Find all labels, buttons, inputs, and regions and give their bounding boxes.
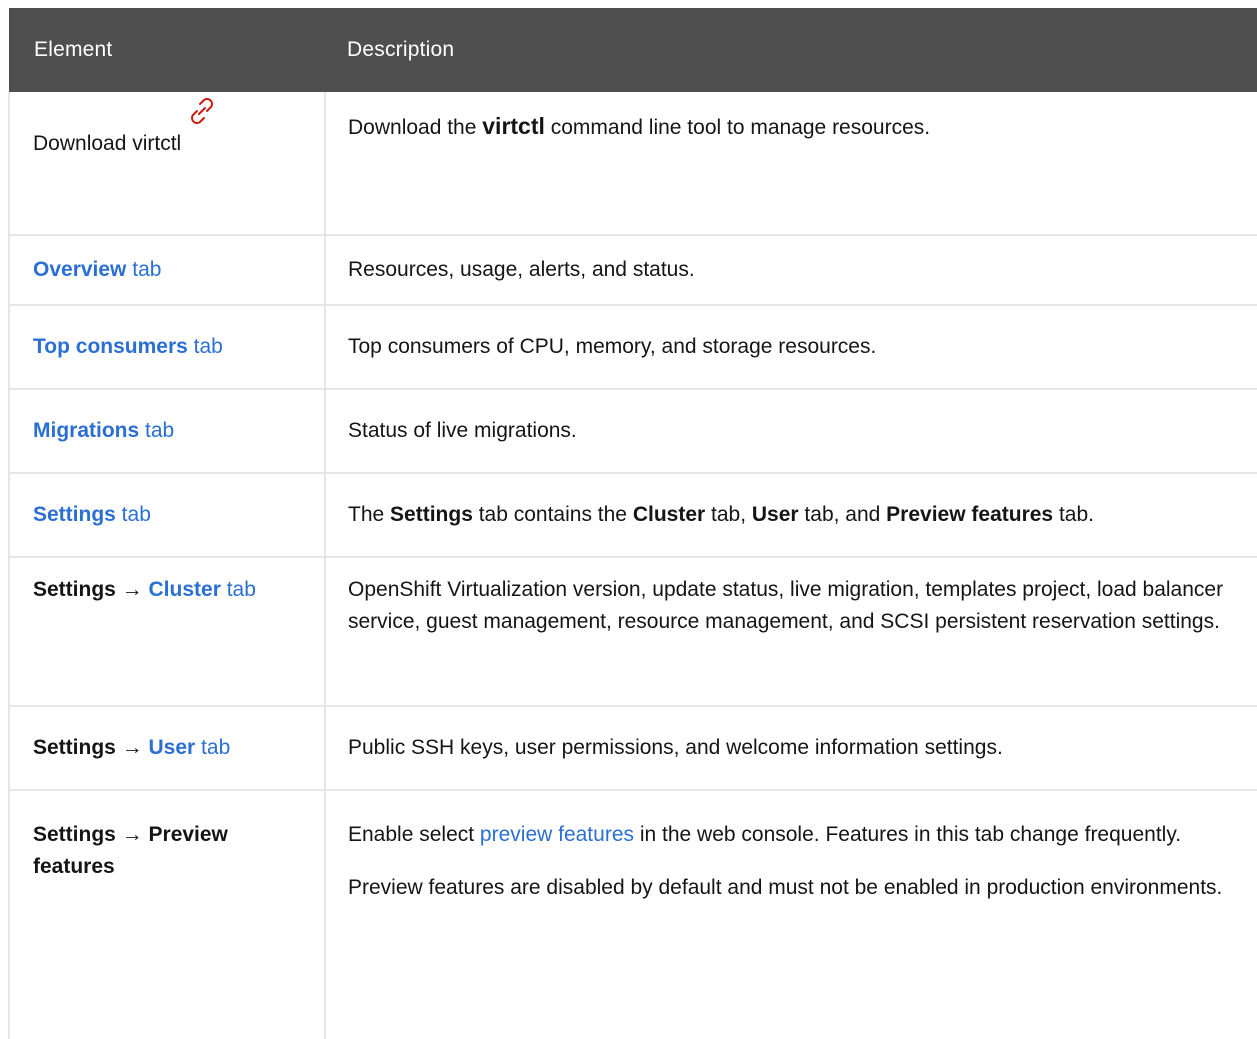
description-cell: Public SSH keys, user permissions, and w… [325, 706, 1257, 791]
description-cell: Status of live migrations. [325, 389, 1257, 474]
preview-features-label: Settings → Preview features [33, 823, 228, 878]
virtctl-command: virtctl [482, 113, 545, 139]
table-row: Settings tab The Settings tab contains t… [8, 473, 1257, 558]
top-consumers-link[interactable]: Top consumers [33, 335, 188, 358]
preview-paragraph-1: Enable select preview features in the we… [348, 823, 1182, 846]
description-cell: OpenShift Virtualization version, update… [325, 557, 1257, 707]
cluster-link[interactable]: Cluster [149, 578, 221, 601]
download-virtctl-label: Download virtctl [33, 132, 182, 155]
element-cell: Settings → Preview features [8, 790, 326, 1039]
element-cell: Top consumers tab [8, 305, 326, 390]
console-elements-table: Element Description Download virtctl Dow… [8, 8, 1257, 1039]
table-row: Settings → Cluster tab OpenShift Virtual… [8, 557, 1257, 707]
element-cell: Settings → Cluster tab [8, 557, 326, 707]
description-cell: Download the virtctl command line tool t… [325, 92, 1257, 236]
description-cell: Enable select preview features in the we… [325, 790, 1257, 1039]
element-cell: Settings tab [8, 473, 326, 558]
header-description: Description [325, 8, 1257, 92]
preview-features-link[interactable]: preview features [480, 823, 634, 846]
element-cell: Overview tab [8, 235, 326, 306]
settings-link[interactable]: Settings [33, 503, 116, 526]
table-row: Download virtctl Download the virtctl co… [8, 92, 1257, 236]
table-header-row: Element Description [9, 8, 1257, 92]
preview-paragraph-2: Preview features are disabled by default… [348, 876, 1223, 899]
element-cell: Migrations tab [8, 389, 326, 474]
external-link-icon[interactable] [185, 94, 219, 138]
element-cell: Download virtctl [8, 92, 326, 236]
overview-link[interactable]: Overview [33, 258, 126, 281]
description-cell: Top consumers of CPU, memory, and storag… [325, 305, 1257, 390]
header-element: Element [9, 8, 325, 92]
table-row: Overview tab Resources, usage, alerts, a… [8, 235, 1257, 306]
table-row: Top consumers tab Top consumers of CPU, … [8, 305, 1257, 390]
migrations-link[interactable]: Migrations [33, 419, 139, 442]
table-row: Settings → User tab Public SSH keys, use… [8, 706, 1257, 791]
element-cell: Settings → User tab [8, 706, 326, 791]
description-cell: Resources, usage, alerts, and status. [325, 235, 1257, 306]
table-row: Settings → Preview features Enable selec… [8, 790, 1257, 1039]
table-row: Migrations tab Status of live migrations… [8, 389, 1257, 474]
description-cell: The Settings tab contains the Cluster ta… [325, 473, 1257, 558]
user-link[interactable]: User [149, 736, 196, 759]
